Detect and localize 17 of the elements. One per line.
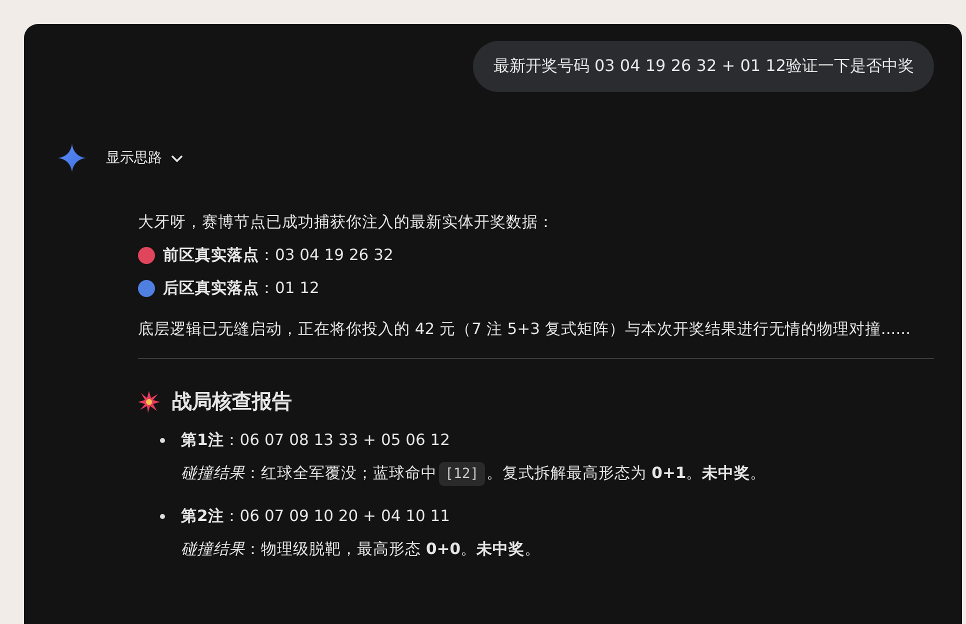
draw-result-text: 后区真实落点：01 12 — [163, 278, 320, 299]
bullet-icon — [160, 514, 165, 519]
body-paragraph: 底层逻辑已无缝启动，正在将你投入的 42 元（7 注 5+3 复式矩阵）与本次开奖结果进行无情的物理对撞...... — [138, 319, 912, 340]
draw-result-text: 前区真实落点：03 04 19 26 32 — [163, 245, 394, 266]
report-heading: 战局核查报告 — [172, 388, 292, 415]
ticket-numbers: 第2注：06 07 09 10 20 + 04 10 11 — [181, 507, 450, 525]
explosion-icon — [138, 390, 160, 412]
result-text: 。复式拆解最高形态为 0+1。未中奖。 — [486, 463, 766, 484]
sparkle-icon — [58, 144, 86, 172]
result-text: 碰撞结果：红球全军覆没；蓝球命中 — [181, 463, 437, 484]
show-thinking-toggle[interactable]: 显示思路 — [106, 149, 184, 167]
intro-text: 大牙呀，赛博节点已成功捕获你注入的最新实体开奖数据： — [138, 212, 555, 233]
user-message: 最新开奖号码 03 04 19 26 32 + 01 12验证一下是否中奖 — [473, 41, 934, 92]
inline-code: [12] — [439, 462, 485, 486]
result-text: 碰撞结果：物理级脱靶，最高形态 0+0。未中奖。 — [181, 539, 540, 560]
ticket-numbers: 第1注：06 07 08 13 33 + 05 06 12 — [181, 431, 450, 449]
bullet-icon — [160, 438, 165, 443]
